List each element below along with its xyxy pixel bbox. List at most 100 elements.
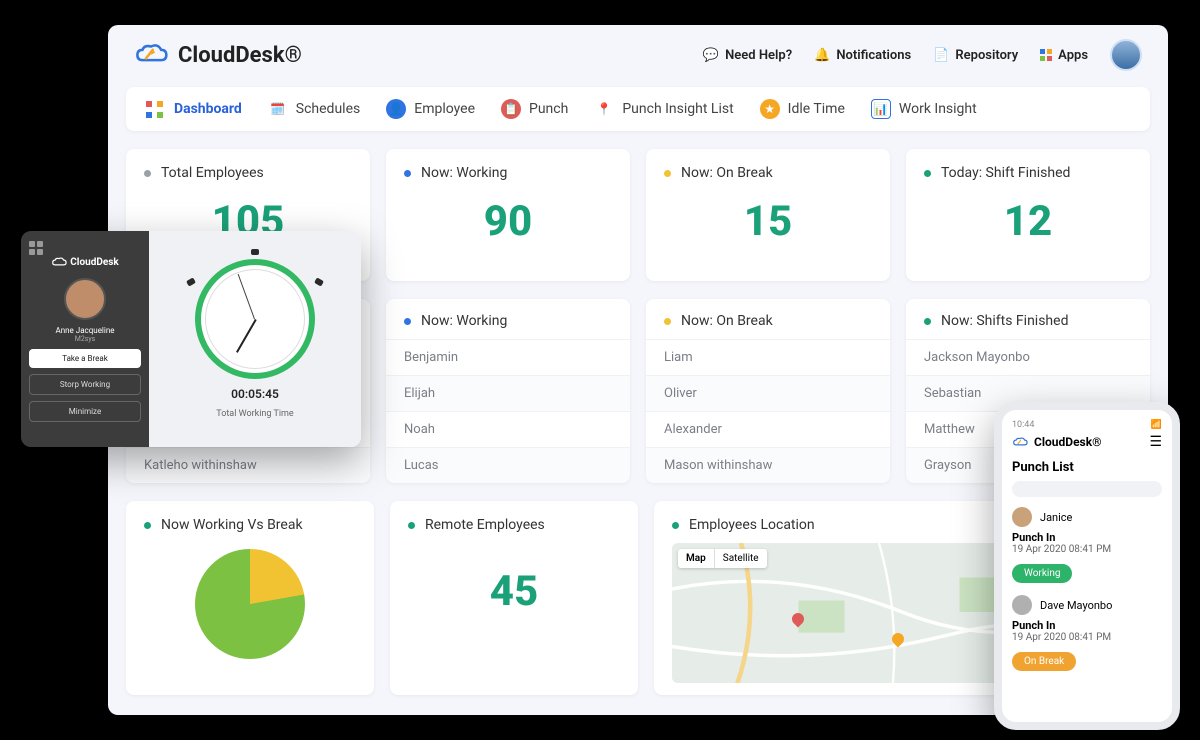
card-label: Employees Location [689,517,815,533]
list-item[interactable]: Liam [646,339,890,375]
widget-user-org: M2sys [75,335,96,343]
punch-icon: 📋 [501,99,521,119]
dot-icon [408,522,415,529]
punch-event: Punch In [1012,531,1162,544]
widget-time: 00:05:45 [231,387,279,401]
minimize-button[interactable]: Minimize [29,401,141,422]
list-header: Now: On Break [681,313,773,329]
need-help-link[interactable]: 💬 Need Help? [703,48,792,63]
person-name: Janice [1040,511,1072,524]
stopwatch-icon [195,259,315,379]
phone-header: CloudDesk® ☰ [1012,434,1162,450]
repository-link[interactable]: 📄 Repository [933,48,1018,63]
repository-label: Repository [955,48,1018,63]
calendar-icon: 🗓️ [268,99,288,119]
dot-icon [672,522,679,529]
card-value: 45 [408,567,620,616]
nav-punch-insight[interactable]: 📍 Punch Insight List [594,99,733,119]
clouddesk-logo-icon [134,43,168,67]
punch-event: Punch In [1012,619,1162,632]
list-item[interactable]: Katleho withinshaw [126,447,370,483]
punch-person[interactable]: Dave Mayonbo [1012,595,1162,615]
dot-icon [924,318,931,325]
status-chip: Working [1012,564,1072,583]
card-label: Remote Employees [425,517,545,533]
map-type-toggle[interactable]: Map Satellite [678,549,767,568]
card-value: 90 [404,197,612,246]
dashboard-icon [146,99,166,119]
top-nav: 💬 Need Help? 🔔 Notifications 📄 Repositor… [703,39,1142,71]
map-btn[interactable]: Map [678,549,715,568]
nav-dashboard-label: Dashboard [174,101,242,117]
work-insight-icon: 📊 [871,99,891,119]
nav-idle-time-label: Idle Time [788,101,845,117]
apps-icon [1040,49,1052,61]
list-item[interactable]: Benjamin [386,339,630,375]
pie-chart [195,549,305,659]
card-label: Total Employees [161,165,264,181]
list-item[interactable]: Lucas [386,447,630,483]
dot-icon [404,318,411,325]
list-item[interactable]: Oliver [646,375,890,411]
notifications-label: Notifications [836,48,911,63]
widget-avatar [64,278,106,320]
timer-widget: CloudDesk Anne Jacqueline M2sys Take a B… [21,231,361,447]
card-value: 12 [924,197,1132,246]
punch-time: 19 Apr 2020 08:41 PM [1012,632,1162,643]
phone-brand-label: CloudDesk® [1034,435,1102,449]
brand-name: CloudDesk® [178,43,302,68]
dot-icon [404,170,411,177]
nav-idle-time[interactable]: ★ Idle Time [760,99,845,119]
list-item[interactable]: Elijah [386,375,630,411]
user-avatar[interactable] [1110,39,1142,71]
nav-punch[interactable]: 📋 Punch [501,99,568,119]
widget-user-name: Anne Jacqueline [56,326,115,335]
avatar [1012,507,1032,527]
nav-work-insight[interactable]: 📊 Work Insight [871,99,977,119]
punch-insight-icon: 📍 [594,99,614,119]
nav-punch-label: Punch [529,101,568,117]
nav-dashboard[interactable]: Dashboard [146,99,242,119]
dot-icon [664,318,671,325]
nav-employee-label: Employee [414,101,475,117]
widget-clock-panel: 00:05:45 Total Working Time [149,231,361,447]
nav-employee[interactable]: 👤 Employee [386,99,475,119]
list-header: Now: Shifts Finished [941,313,1068,329]
dot-icon [144,170,151,177]
dot-icon [664,170,671,177]
notifications-link[interactable]: 🔔 Notifications [814,48,911,63]
signal-icon: 📶 [1151,420,1162,430]
satellite-btn[interactable]: Satellite [715,549,767,568]
employee-icon: 👤 [386,99,406,119]
list-item[interactable]: Mason withinshaw [646,447,890,483]
status-chip: On Break [1012,652,1076,671]
card-label: Today: Shift Finished [941,165,1070,181]
main-nav: Dashboard 🗓️ Schedules 👤 Employee 📋 Punc… [126,87,1150,131]
apps-link[interactable]: Apps [1040,48,1088,63]
clouddesk-logo-icon [1012,437,1028,448]
stop-working-button[interactable]: Storp Working [29,374,141,395]
widget-brand: CloudDesk [51,257,118,268]
phone-clock: 10:44 [1012,420,1034,430]
nav-punch-insight-label: Punch Insight List [622,101,733,117]
punch-person[interactable]: Janice [1012,507,1162,527]
person-name: Dave Mayonbo [1040,599,1112,612]
phone-statusbar: 10:44 📶 [1012,420,1162,430]
hamburger-menu-icon[interactable]: ☰ [1149,434,1162,450]
dot-icon [144,522,151,529]
list-card-working: Now: Working Benjamin Elijah Noah Lucas [386,299,630,483]
dot-icon [924,170,931,177]
take-break-button[interactable]: Take a Break [29,349,141,368]
grip-icon[interactable] [29,241,43,255]
phone-title: Punch List [1012,460,1162,475]
widget-brand-label: CloudDesk [70,257,118,268]
card-remote: Remote Employees 45 [390,501,638,695]
card-pie: Now Working Vs Break [126,501,374,695]
list-item[interactable]: Alexander [646,411,890,447]
card-label: Now Working Vs Break [161,517,303,533]
list-item[interactable]: Noah [386,411,630,447]
phone-search-input[interactable] [1012,481,1162,497]
nav-schedules[interactable]: 🗓️ Schedules [268,99,360,119]
list-item[interactable]: Jackson Mayonbo [906,339,1150,375]
avatar [1012,595,1032,615]
